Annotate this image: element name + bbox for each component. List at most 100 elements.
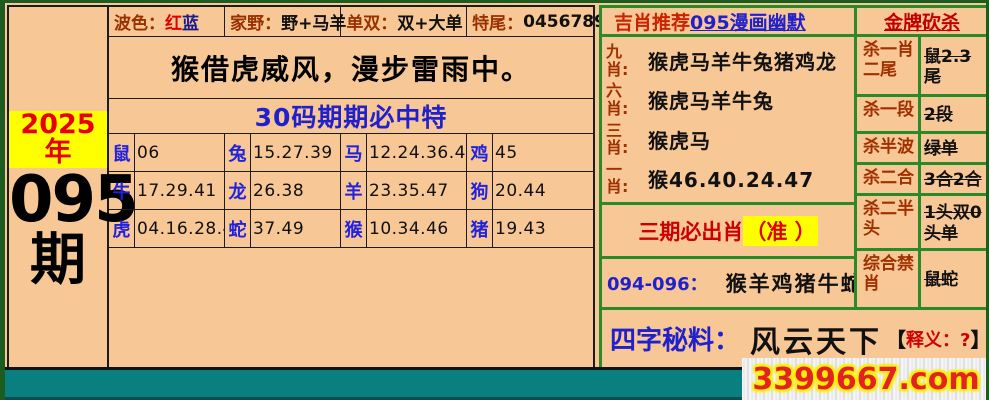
zodiac-numbers: 15.27.39 <box>251 134 341 171</box>
lucky-zodiac-title: 吉肖推荐 <box>614 8 690 35</box>
zodiac-numbers: 23.35.47 <box>367 172 467 209</box>
banner-title: 猴借虎威风，漫步雷雨中。 <box>109 36 593 98</box>
secret-note: 释义：? <box>906 326 970 352</box>
accuracy-badge: （准 ） <box>743 216 817 246</box>
home-wild-cell: 家野： 野+马羊 <box>225 7 341 36</box>
six-zodiac-label: 六肖: <box>602 82 634 117</box>
right-panel: 吉肖推荐 095漫画幽默 九肖: 猴虎马羊牛兔猪鸡龙 六肖: 猴虎马羊牛兔 三肖… <box>599 5 989 370</box>
zodiac-numbers: 45 <box>493 134 593 171</box>
zodiac-row-1: 鼠 06 兔 15.27.39 马 12.24.36.48 鸡 45 <box>109 133 593 171</box>
kill-row-value: 鼠2.3尾 <box>921 37 987 94</box>
three-zodiac-row: 三肖: 猴虎马 <box>602 122 854 157</box>
kill-row-label: 杀半波 <box>857 134 921 162</box>
zodiac-numbers: 04.16.28.40 <box>135 210 225 247</box>
zodiac-numbers: 12.24.36.48 <box>367 134 467 171</box>
zodiac-row-3: 虎 04.16.28.40 蛇 37.49 猴 10.34.46 猪 19.43 <box>109 209 593 247</box>
zodiac-label: 羊 <box>341 172 367 209</box>
one-zodiac-value: 猴46.40.24.47 <box>634 161 854 196</box>
period-range-label: 094-096： <box>607 270 708 296</box>
issue-column: 2025年 095 期 <box>9 7 109 367</box>
zodiac-numbers: 10.34.46 <box>367 210 467 247</box>
zodiac-label: 猴 <box>341 210 367 247</box>
prediction-table: 波色： 红 蓝 家野： 野+马羊 单双： 双+大单 特尾： 0456789 猴借… <box>109 7 593 367</box>
kill-row-value: 1头双0头单 <box>921 196 987 248</box>
year-label: 2025年 <box>9 111 107 168</box>
kill-row-3: 杀半波 绿单 <box>854 131 989 165</box>
period-range-row: 094-096： 猴羊鸡猪牛蛇 <box>599 256 857 310</box>
kill-row-5: 杀二半头 1头双0头单 <box>854 193 989 251</box>
lucky-zodiac-header: 吉肖推荐 095漫画幽默 <box>599 5 857 37</box>
zodiac-label: 龙 <box>225 172 251 209</box>
one-zodiac-row: 一肖: 猴46.40.24.47 <box>602 161 854 196</box>
left-block: 2025年 095 期 波色： 红 蓝 家野： 野+马羊 单双： 双+大单 <box>7 5 595 369</box>
special-tail-value: 0456789 <box>523 12 606 32</box>
kill-row-value: 绿单 <box>921 134 987 162</box>
period-range-value: 猴羊鸡猪牛蛇 <box>708 268 864 298</box>
site-watermark: 3399667.com <box>742 358 989 400</box>
zodiac-label: 鸡 <box>467 134 493 171</box>
odd-even-label: 单双： <box>346 9 397 34</box>
nine-zodiac-label: 九肖: <box>602 43 634 78</box>
three-period-row: 三期必出肖 （准 ） <box>599 202 857 259</box>
home-wild-value: 野+马羊 <box>281 9 346 34</box>
zodiac-row-2: 牛 17.29.41 龙 26.38 羊 23.35.47 狗 20.44 <box>109 171 593 209</box>
zodiac-numbers: 20.44 <box>493 172 593 209</box>
attribute-header-row: 波色： 红 蓝 家野： 野+马羊 单双： 双+大单 特尾： 0456789 <box>109 7 593 36</box>
wave-color-value-blue: 蓝 <box>182 9 199 34</box>
wave-color-value-red: 红 <box>165 9 182 34</box>
zodiac-numbers: 19.43 <box>493 210 593 247</box>
kill-row-value: 2段 <box>921 97 987 131</box>
zodiac-label: 猪 <box>467 210 493 247</box>
zodiac-label: 鼠 <box>109 134 135 171</box>
three-period-label: 三期必出肖 <box>638 216 743 246</box>
wave-color-cell: 波色： 红 蓝 <box>109 7 225 36</box>
gold-kill-column: 金牌砍杀 杀一肖二尾 鼠2.3尾 杀一段 2段 杀半波 绿单 杀二合 3合2合 <box>854 5 989 310</box>
thirty-codes-subtitle: 30码期期必中特 <box>109 98 593 133</box>
issue-number: 095 <box>9 168 107 232</box>
zodiac-label: 狗 <box>467 172 493 209</box>
gold-kill-title: 金牌砍杀 <box>854 5 989 37</box>
six-zodiac-value: 猴虎马羊牛兔 <box>634 82 854 117</box>
issue-suffix: 期 <box>9 232 107 291</box>
three-zodiac-label: 三肖: <box>602 122 634 157</box>
zodiac-numbers: 17.29.41 <box>135 172 225 209</box>
zodiac-label: 虎 <box>109 210 135 247</box>
lucky-zodiac-column: 吉肖推荐 095漫画幽默 九肖: 猴虎马羊牛兔猪鸡龙 六肖: 猴虎马羊牛兔 三肖… <box>599 5 857 310</box>
zodiac-numbers: 26.38 <box>251 172 341 209</box>
zodiac-label: 马 <box>341 134 367 171</box>
zodiac-label: 蛇 <box>225 210 251 247</box>
kill-row-label: 杀一肖二尾 <box>857 37 921 94</box>
zodiac-label: 牛 <box>109 172 135 209</box>
lottery-tip-sheet: 2025年 095 期 波色： 红 蓝 家野： 野+马羊 单双： 双+大单 <box>0 0 989 400</box>
secret-label: 四字秘料： <box>610 320 740 357</box>
one-zodiac-label: 一肖: <box>602 161 634 196</box>
zodiac-label: 兔 <box>225 134 251 171</box>
kill-row-label: 杀二合 <box>857 165 921 193</box>
kill-row-1: 杀一肖二尾 鼠2.3尾 <box>854 34 989 97</box>
kill-row-label: 杀一段 <box>857 97 921 131</box>
comic-humor-link[interactable]: 095漫画幽默 <box>690 8 806 35</box>
special-tail-cell: 特尾： 0456789 <box>467 7 593 36</box>
special-tail-label: 特尾： <box>472 9 523 34</box>
kill-row-4: 杀二合 3合2合 <box>854 162 989 196</box>
wave-color-label: 波色： <box>114 9 165 34</box>
six-zodiac-row: 六肖: 猴虎马羊牛兔 <box>602 82 854 117</box>
secret-value: 风云天下 <box>740 317 886 361</box>
odd-even-cell: 单双： 双+大单 <box>341 7 467 36</box>
empty-cell <box>109 247 593 367</box>
kill-row-value: 鼠蛇 <box>921 251 987 307</box>
kill-row-label: 综合禁肖 <box>857 251 921 307</box>
nine-zodiac-value: 猴虎马羊牛兔猪鸡龙 <box>634 43 854 78</box>
zodiac-tiers-block: 九肖: 猴虎马羊牛兔猪鸡龙 六肖: 猴虎马羊牛兔 三肖: 猴虎马 一肖: 猴46… <box>599 34 857 205</box>
zodiac-numbers: 37.49 <box>251 210 341 247</box>
bracket-close: 】 <box>970 324 989 353</box>
kill-row-label: 杀二半头 <box>857 196 921 248</box>
kill-row-6: 综合禁肖 鼠蛇 <box>854 248 989 310</box>
three-zodiac-value: 猴虎马 <box>634 122 854 157</box>
odd-even-value: 双+大单 <box>397 9 462 34</box>
kill-row-value: 3合2合 <box>921 165 987 193</box>
home-wild-label: 家野： <box>230 9 281 34</box>
bracket-open: 【 <box>886 324 906 353</box>
kill-row-2: 杀一段 2段 <box>854 94 989 134</box>
zodiac-numbers: 06 <box>135 134 225 171</box>
